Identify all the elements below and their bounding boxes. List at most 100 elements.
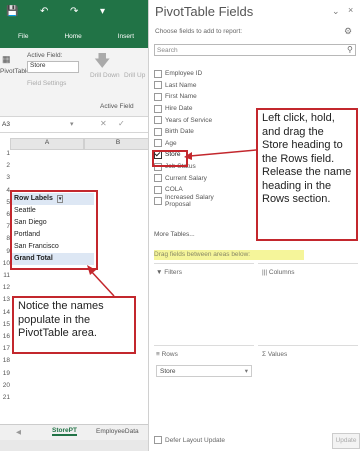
tab-file[interactable]: File [18, 33, 28, 40]
field-checkbox[interactable] [154, 127, 162, 136]
pivottable-label[interactable]: PivotTable [0, 68, 30, 75]
field-checkbox[interactable] [154, 104, 162, 113]
namebox-dropdown-icon[interactable]: ▾ [70, 120, 74, 128]
field-list: Employee ID Last Name First Name Hire Date Y… [154, 68, 234, 208]
row-number[interactable]: 16 [0, 333, 10, 340]
column-header-a[interactable]: A [10, 138, 84, 150]
formula-bar: A3 ▾ ✕ ✓ [0, 118, 152, 133]
save-icon[interactable]: 💾 [6, 6, 18, 17]
group-label: Active Field [100, 103, 134, 110]
row-number[interactable]: 11 [0, 272, 10, 279]
row-number[interactable]: 18 [0, 357, 10, 364]
excel-title-bar: 💾 ↶ ↷ ▾ File Home Insert [0, 0, 152, 48]
row-number[interactable]: 12 [0, 284, 10, 291]
field-label: Last Name [165, 81, 197, 89]
field-item[interactable]: Employee ID [154, 68, 234, 80]
sheet-tab-employeedata[interactable]: EmployeeData [96, 428, 139, 435]
defer-layout-row: Defer Layout Update [154, 436, 225, 444]
row-number[interactable]: 6 [0, 211, 10, 218]
field-item[interactable]: First Name [154, 91, 234, 103]
field-label: Employee ID [165, 70, 203, 78]
row-number[interactable]: 1 [0, 150, 10, 157]
field-checkbox[interactable] [154, 197, 162, 206]
cancel-icon[interactable]: ✕ [100, 119, 107, 128]
search-input[interactable]: Search [154, 44, 356, 56]
close-icon[interactable]: × [348, 5, 353, 15]
row-number[interactable]: 15 [0, 321, 10, 328]
row-number[interactable]: 14 [0, 309, 10, 316]
search-icon[interactable]: ⚲ [347, 45, 353, 54]
row-number[interactable]: 3 [0, 174, 10, 181]
status-bar [0, 440, 152, 451]
field-settings-button[interactable]: Field Settings [27, 80, 66, 87]
pivottable-icon[interactable]: ▦ [2, 54, 11, 65]
field-item[interactable]: Last Name [154, 80, 234, 92]
more-tables-link[interactable]: More Tables... [154, 231, 195, 238]
row-number[interactable]: 7 [0, 223, 10, 230]
customize-icon[interactable]: ▾ [100, 6, 105, 17]
sheet-tab-storept[interactable]: StorePT [52, 427, 77, 436]
field-label: COLA [165, 186, 183, 194]
field-item[interactable]: Current Salary [154, 172, 234, 184]
field-checkbox[interactable] [154, 81, 162, 90]
row-number[interactable]: 17 [0, 345, 10, 352]
field-checkbox[interactable] [154, 139, 162, 148]
rows-item-store[interactable]: Store ▾ [156, 365, 252, 377]
column-header-b[interactable]: B [84, 138, 152, 150]
row-number[interactable]: 4 [0, 187, 10, 194]
gear-icon[interactable]: ⚙ [344, 26, 352, 37]
field-item[interactable]: Years of Service [154, 114, 234, 126]
field-item[interactable]: Hire Date [154, 103, 234, 115]
field-label: First Name [165, 93, 197, 101]
tab-insert[interactable]: Insert [118, 33, 134, 40]
ribbon: ▦ PivotTable Active Field: Store Field S… [0, 48, 152, 117]
pivot-highlight-box [10, 190, 98, 270]
worksheet[interactable] [0, 134, 152, 426]
row-number[interactable]: 2 [0, 162, 10, 169]
redo-icon[interactable]: ↷ [70, 6, 78, 17]
undo-icon[interactable]: ↶ [40, 6, 48, 17]
row-number[interactable]: 20 [0, 382, 10, 389]
field-label: Current Salary [165, 174, 207, 182]
field-item[interactable]: Birth Date [154, 126, 234, 138]
active-field-input[interactable]: Store [27, 61, 79, 73]
field-checkbox[interactable] [154, 174, 162, 183]
defer-label: Defer Layout Update [165, 436, 225, 444]
callout-arrow-right [184, 149, 257, 160]
row-number[interactable]: 13 [0, 296, 10, 303]
field-checkbox[interactable] [154, 69, 162, 78]
row-number[interactable]: 21 [0, 394, 10, 401]
field-label: Years of Service [165, 116, 213, 124]
field-item[interactable]: Increased Salary Proposal [154, 194, 234, 208]
field-checkbox[interactable] [154, 116, 162, 125]
instruction-callout-right: Left click, hold, and drag the Store hea… [256, 108, 358, 241]
callout-arrow-left [87, 265, 115, 297]
sheet-tabs-bar: ◀ StorePT EmployeeData [0, 424, 152, 441]
field-label: Birth Date [165, 128, 194, 136]
row-number[interactable]: 10 [0, 260, 10, 267]
filters-label: ▼ Filters [156, 269, 182, 276]
name-box[interactable]: A3 [2, 121, 10, 128]
field-checkbox[interactable] [154, 185, 162, 194]
field-label: Age [165, 139, 177, 147]
drill-down-button[interactable]: Drill Down [90, 72, 120, 79]
scroll-left-icon[interactable]: ◀ [16, 428, 21, 436]
panel-title: PivotTable Fields [155, 4, 254, 19]
enter-icon[interactable]: ✓ [118, 119, 125, 128]
panel-subtitle: Choose fields to add to report: [155, 28, 243, 35]
drill-up-button[interactable]: Drill Up [124, 72, 145, 79]
row-number[interactable]: 5 [0, 199, 10, 206]
field-checkbox[interactable] [154, 92, 162, 101]
close-panel-icon[interactable]: ⌄ [332, 6, 340, 17]
tab-home[interactable]: Home [64, 33, 81, 40]
row-number[interactable]: 19 [0, 370, 10, 377]
field-label: Hire Date [165, 105, 193, 113]
columns-label: ||| Columns [262, 269, 295, 276]
row-number[interactable]: 8 [0, 235, 10, 242]
defer-checkbox[interactable] [154, 436, 162, 444]
chevron-down-icon[interactable]: ▾ [245, 366, 248, 378]
active-field-label: Active Field: [27, 52, 63, 59]
update-button[interactable]: Update [332, 433, 360, 449]
row-number[interactable]: 9 [0, 248, 10, 255]
drag-hint: Drag fields between areas below: [154, 250, 304, 260]
